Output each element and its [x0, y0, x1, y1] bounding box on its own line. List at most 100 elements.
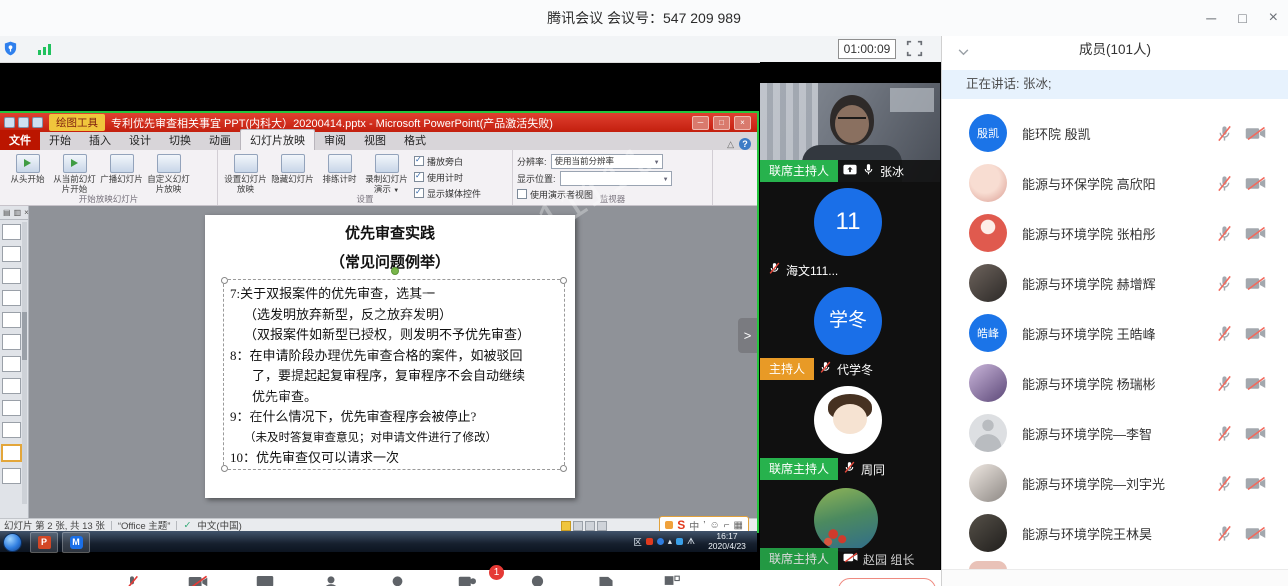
- keyboard-icon[interactable]: ▦: [734, 520, 743, 531]
- slide-canvas[interactable]: 优先审查实践 （常见问题例举） 7:关于双报案件的优先审查，选其一 （选发明放弃…: [205, 215, 575, 498]
- mic-muted-icon[interactable]: [124, 575, 140, 586]
- tray-app-icon[interactable]: [657, 538, 664, 545]
- ppt-minimize-icon[interactable]: ─: [692, 116, 709, 130]
- resolution-select[interactable]: 使用当前分辨率: [551, 154, 663, 169]
- layout-icon[interactable]: [664, 575, 680, 586]
- maximize-button[interactable]: □: [1238, 10, 1246, 26]
- invite-icon[interactable]: [324, 575, 338, 586]
- redo-icon[interactable]: [32, 117, 43, 128]
- tab-animations[interactable]: 动画: [200, 130, 240, 150]
- video-tile-haiwen[interactable]: 11 海文111...: [760, 182, 940, 282]
- security-shield-icon[interactable]: [4, 41, 17, 61]
- tray-network-icon[interactable]: ᗑ: [687, 536, 695, 547]
- mic-input-icon[interactable]: ⌐: [724, 520, 730, 531]
- thumbnail-scrollbar[interactable]: [22, 222, 27, 504]
- quick-access-toolbar[interactable]: [4, 117, 43, 128]
- slideshow-view-icon[interactable]: [597, 521, 607, 531]
- ppt-restore-icon[interactable]: □: [713, 116, 730, 130]
- tab-slideshow-active[interactable]: 幻灯片放映: [240, 129, 315, 150]
- fullscreen-icon[interactable]: [906, 40, 924, 58]
- tab-review[interactable]: 审阅: [315, 130, 355, 150]
- tray-arrow-icon[interactable]: ▴: [668, 536, 672, 547]
- show-on-select[interactable]: [560, 171, 672, 186]
- slide-thumb[interactable]: [2, 468, 21, 484]
- help-icon[interactable]: ?: [739, 138, 751, 150]
- member-row[interactable]: 能源与环境学院 张柏彤: [942, 208, 1288, 258]
- end-meeting-button[interactable]: [838, 578, 936, 586]
- audio-icon[interactable]: [390, 575, 405, 586]
- setup-slideshow-button[interactable]: 设置幻灯片放映: [222, 152, 269, 193]
- tab-view[interactable]: 视图: [355, 130, 395, 150]
- minimize-button[interactable]: ─: [1206, 10, 1216, 26]
- ribbon-collapse-icon[interactable]: △: [727, 139, 734, 150]
- member-row[interactable]: 殷凯 能环院 殷凯: [942, 108, 1288, 158]
- slide-thumb[interactable]: [2, 268, 21, 284]
- members-icon[interactable]: [458, 575, 476, 586]
- member-row[interactable]: 能源与环保学院 高欣阳: [942, 158, 1288, 208]
- save-icon[interactable]: [4, 117, 15, 128]
- punctuation-icon[interactable]: ’: [703, 520, 705, 531]
- normal-view-icon[interactable]: [561, 521, 571, 531]
- slides-tab-icon[interactable]: ▤: [3, 208, 11, 217]
- member-row[interactable]: 皓峰 能源与环境学院 王皓峰: [942, 308, 1288, 358]
- outline-tab-icon[interactable]: ▥: [14, 208, 22, 217]
- use-timings-checkbox[interactable]: 使用计时: [414, 171, 481, 184]
- screen-share-icon[interactable]: [256, 575, 274, 586]
- panel-collapse-arrow[interactable]: >: [738, 318, 757, 353]
- tray-lang-icon[interactable]: 区: [633, 536, 642, 548]
- slide-thumb[interactable]: [2, 246, 21, 262]
- slide-thumb[interactable]: [2, 290, 21, 306]
- tab-home[interactable]: 开始: [40, 130, 80, 150]
- video-tile-zhangbing[interactable]: 联席主持人 张冰: [760, 83, 940, 183]
- ppt-close-icon[interactable]: ×: [734, 116, 751, 130]
- play-narrations-checkbox[interactable]: 播放旁白: [414, 155, 481, 168]
- reading-view-icon[interactable]: [585, 521, 595, 531]
- record-slideshow-button[interactable]: 录制幻灯片演示 ▼: [363, 152, 410, 193]
- slide-thumb[interactable]: [2, 312, 21, 328]
- member-row[interactable]: 能源与环境学院王林昊: [942, 508, 1288, 558]
- close-button[interactable]: ×: [1269, 9, 1278, 27]
- tray-sogou-icon[interactable]: [646, 538, 653, 545]
- sorter-view-icon[interactable]: [573, 521, 583, 531]
- member-row[interactable]: 能源与环境学院 赫增辉: [942, 258, 1288, 308]
- from-beginning-button[interactable]: 从头开始: [4, 152, 51, 193]
- ppt-window-controls[interactable]: ─ □ ×: [692, 116, 751, 130]
- slide-thumb[interactable]: [2, 400, 21, 416]
- tab-design[interactable]: 设计: [120, 130, 160, 150]
- tab-transitions[interactable]: 切换: [160, 130, 200, 150]
- taskbar-meeting-button[interactable]: M: [62, 532, 90, 553]
- record-icon[interactable]: [598, 575, 614, 586]
- system-tray[interactable]: 区 ▴ ᗑ: [633, 531, 695, 552]
- tab-file[interactable]: 文件: [0, 130, 40, 150]
- video-tile-partial[interactable]: 联席主持人 赵园 组长: [760, 480, 940, 570]
- slide-thumb[interactable]: [2, 356, 21, 372]
- tab-format[interactable]: 格式: [395, 130, 435, 150]
- member-row[interactable]: 能源与环境学院—李智: [942, 408, 1288, 458]
- slide-text-box[interactable]: 7:关于双报案件的优先审查，选其一 （选发明放弃新型，反之放弃发明） （双报案件…: [223, 279, 565, 470]
- hide-slide-button[interactable]: 隐藏幻灯片: [269, 152, 316, 193]
- thumbnail-list[interactable]: [0, 221, 22, 514]
- video-tile-daixuedong[interactable]: 学冬 主持人 代学冬: [760, 281, 940, 381]
- slide-thumb[interactable]: [2, 224, 21, 240]
- chat-icon[interactable]: [530, 575, 545, 586]
- camera-muted-icon[interactable]: [188, 575, 208, 586]
- video-tile-zhoutong[interactable]: 联席主持人 周同: [760, 380, 940, 481]
- broadcast-slideshow-button[interactable]: 广播幻灯片: [98, 152, 145, 193]
- slide-thumb[interactable]: [2, 334, 21, 350]
- undo-icon[interactable]: [18, 117, 29, 128]
- slide-thumb-selected[interactable]: [1, 444, 22, 462]
- rotation-handle[interactable]: [391, 267, 399, 275]
- taskbar-powerpoint-button[interactable]: P: [30, 532, 58, 553]
- view-mode-buttons[interactable]: [561, 521, 607, 531]
- rehearse-timings-button[interactable]: 排练计时: [316, 152, 363, 193]
- members-list[interactable]: 殷凯 能环院 殷凯 能源与环保学院 高欣阳 能源与环境学院 张柏彤 能源与环境学…: [942, 108, 1288, 570]
- emoji-icon[interactable]: ☺: [709, 520, 719, 531]
- from-current-slide-button[interactable]: 从当前幻灯片开始: [51, 152, 98, 193]
- member-row[interactable]: 能源与环境学院 杨瑞彬: [942, 358, 1288, 408]
- member-row[interactable]: 能源与环境学院—刘宇光: [942, 458, 1288, 508]
- taskbar-clock[interactable]: 16:17 2020/4/23: [699, 532, 755, 551]
- tab-insert[interactable]: 插入: [80, 130, 120, 150]
- tray-shield-icon[interactable]: [676, 538, 683, 545]
- start-button[interactable]: [3, 533, 22, 552]
- custom-slideshow-button[interactable]: 自定义幻灯片放映: [145, 152, 192, 193]
